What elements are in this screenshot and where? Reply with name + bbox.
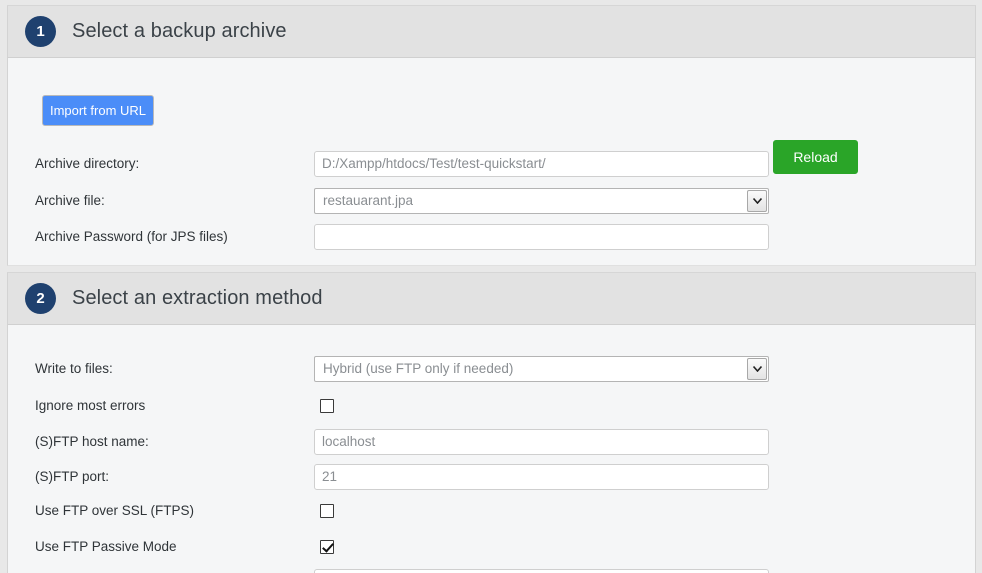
import-from-url-button[interactable]: Import from URL [42,95,154,126]
ftp-port-input[interactable] [314,463,769,490]
ftp-host-label: (S)FTP host name: [35,434,149,449]
form-row-archive-password: Archive Password (for JPS files) [8,218,975,255]
section-body-2: Write to files: Hybrid (use FTP only if … [7,325,976,573]
form-row-partial-bottom [8,563,975,573]
archive-file-label: Archive file: [35,193,105,208]
chevron-down-icon[interactable] [747,357,767,380]
ftp-host-field-wrap [314,428,769,455]
form-row-ftp-ssl: Use FTP over SSL (FTPS) [8,492,975,529]
ignore-most-errors-field-wrap [320,398,334,413]
partial-bottom-input[interactable] [314,568,769,573]
ftp-ssl-checkbox[interactable] [320,503,334,518]
form-row-ignore-most-errors: Ignore most errors [8,387,975,424]
form-row-archive-directory: Archive directory: Reload [8,140,975,182]
ftp-ssl-label: Use FTP over SSL (FTPS) [35,503,195,518]
section-header-1: 1 Select a backup archive [7,5,976,58]
form-row-ftp-passive: Use FTP Passive Mode [8,528,975,565]
step-number-badge-2: 2 [25,283,56,314]
partial-bottom-field-wrap [314,568,769,573]
archive-directory-input[interactable] [314,150,769,177]
ftp-passive-label: Use FTP Passive Mode [35,539,177,554]
archive-password-label: Archive Password (for JPS files) [35,229,228,244]
section-title-1: Select a backup archive [72,20,287,42]
write-to-files-select[interactable]: Hybrid (use FTP only if needed) [314,355,769,382]
ftp-port-label: (S)FTP port: [35,469,110,484]
archive-password-input[interactable] [314,223,769,250]
form-row-ftp-port: (S)FTP port: [8,458,975,495]
archive-file-selected-value: restauarant.jpa [323,193,414,208]
ftp-ssl-field-wrap [320,503,334,518]
step-number-badge-1: 1 [25,16,56,47]
section-header-2: 2 Select an extraction method [7,272,976,325]
section-title-2: Select an extraction method [72,287,323,309]
ignore-most-errors-checkbox[interactable] [320,398,334,413]
chevron-down-icon[interactable] [747,189,767,212]
archive-directory-field-wrap [314,150,769,177]
archive-file-select[interactable]: restauarant.jpa [314,187,769,214]
write-to-files-selected-value: Hybrid (use FTP only if needed) [323,361,514,376]
archive-directory-label: Archive directory: [35,156,140,171]
form-row-archive-file: Archive file: restauarant.jpa [8,182,975,219]
ftp-host-input[interactable] [314,428,769,455]
section-body-1: Import from URL Archive directory: Reloa… [7,58,976,266]
archive-file-field-wrap: restauarant.jpa [314,187,769,214]
page-root: 1 Select a backup archive Import from UR… [0,0,982,573]
write-to-files-label: Write to files: [35,361,113,376]
reload-button[interactable]: Reload [773,140,858,174]
write-to-files-field-wrap: Hybrid (use FTP only if needed) [314,355,769,382]
ignore-most-errors-label: Ignore most errors [35,398,146,413]
form-row-ftp-host: (S)FTP host name: [8,423,975,460]
ftp-passive-field-wrap [320,539,334,554]
ftp-passive-checkbox[interactable] [320,539,334,554]
archive-password-field-wrap [314,223,769,250]
ftp-port-field-wrap [314,463,769,490]
form-row-write-to-files: Write to files: Hybrid (use FTP only if … [8,350,975,387]
